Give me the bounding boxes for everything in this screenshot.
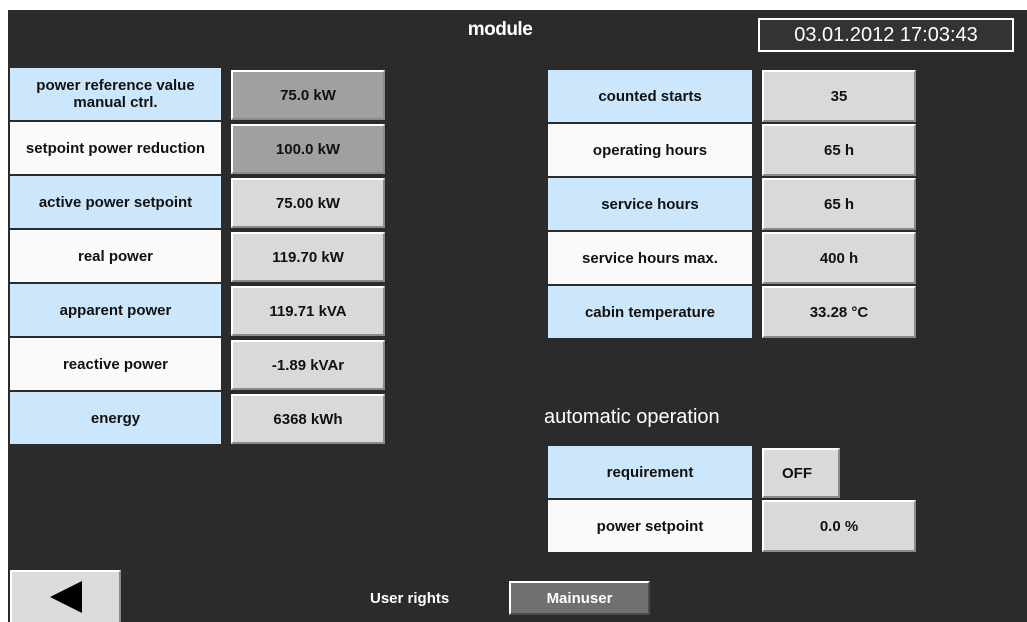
value-power-setpoint: 0.0 % bbox=[762, 500, 916, 552]
label-cabin-temperature: cabin temperature bbox=[548, 286, 752, 338]
value-service-hours: 65 h bbox=[762, 178, 916, 230]
value-cabin-temperature: 33.28 °C bbox=[762, 286, 916, 338]
value-service-hours-max: 400 h bbox=[762, 232, 916, 284]
label-apparent-power: apparent power bbox=[10, 284, 221, 336]
back-button[interactable] bbox=[10, 570, 121, 622]
value-requirement: OFF bbox=[762, 448, 840, 498]
label-counted-starts: counted starts bbox=[548, 70, 752, 122]
user-rights-label: User rights bbox=[370, 590, 450, 607]
label-service-hours: service hours bbox=[548, 178, 752, 230]
label-active-power-setpoint: active power setpoint bbox=[10, 176, 221, 228]
label-requirement: requirement bbox=[548, 446, 752, 498]
value-power-reference-manual[interactable]: 75.0 kW bbox=[231, 70, 385, 120]
label-setpoint-power-reduction: setpoint power reduction bbox=[10, 122, 221, 174]
label-operating-hours: operating hours bbox=[548, 124, 752, 176]
value-counted-starts: 35 bbox=[762, 70, 916, 122]
datetime-display: 03.01.2012 17:03:43 bbox=[758, 18, 1014, 52]
value-setpoint-power-reduction[interactable]: 100.0 kW bbox=[231, 124, 385, 174]
label-power-reference-manual: power reference value manual ctrl. bbox=[10, 68, 221, 120]
page-title: module bbox=[467, 19, 533, 40]
value-energy: 6368 kWh bbox=[231, 394, 385, 444]
label-real-power: real power bbox=[10, 230, 221, 282]
label-power-setpoint: power setpoint bbox=[548, 500, 752, 552]
left-arrow-icon bbox=[49, 581, 82, 613]
label-reactive-power: reactive power bbox=[10, 338, 221, 390]
automatic-operation-title: automatic operation bbox=[544, 406, 720, 428]
value-apparent-power: 119.71 kVA bbox=[231, 286, 385, 336]
value-operating-hours: 65 h bbox=[762, 124, 916, 176]
value-real-power: 119.70 kW bbox=[231, 232, 385, 282]
value-active-power-setpoint: 75.00 kW bbox=[231, 178, 385, 228]
label-energy: energy bbox=[10, 392, 221, 444]
value-reactive-power: -1.89 kVAr bbox=[231, 340, 385, 390]
user-level-button[interactable]: Mainuser bbox=[509, 581, 650, 615]
label-service-hours-max: service hours max. bbox=[548, 232, 752, 284]
